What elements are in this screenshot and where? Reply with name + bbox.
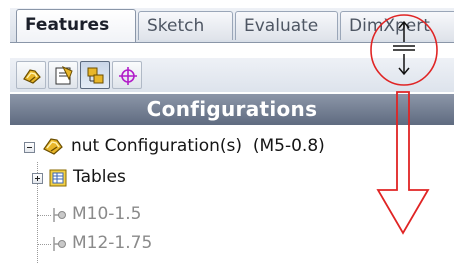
configuration-item-label: M12-1.75 bbox=[72, 233, 153, 253]
part-icon bbox=[43, 138, 63, 155]
tree-connector bbox=[37, 215, 51, 216]
configuration-item-m10[interactable]: M10-1.5 bbox=[72, 204, 141, 224]
configuration-icon bbox=[53, 237, 66, 251]
tab-dimxpert[interactable]: DimXpert bbox=[340, 11, 454, 40]
root-item-label: nut Configuration(s) bbox=[71, 136, 243, 156]
feature-manager-icon bbox=[23, 69, 41, 84]
configuration-icon bbox=[53, 208, 66, 222]
collapse-toggle[interactable] bbox=[24, 142, 35, 153]
configuration-tree: nut Configuration(s) (M5-0.8) Tables M10… bbox=[10, 126, 454, 263]
tables-folder-icon bbox=[49, 169, 67, 187]
dimxpert-manager-tab-button[interactable] bbox=[112, 61, 142, 89]
tab-features[interactable]: Features bbox=[16, 9, 136, 42]
panel-title: Configurations bbox=[146, 97, 318, 121]
configuration-manager-icon bbox=[87, 67, 104, 84]
feature-manager-tab-button[interactable] bbox=[16, 61, 46, 89]
manager-toolbar bbox=[10, 58, 454, 92]
tab-features-label: Features bbox=[25, 15, 110, 35]
panel-header: Configurations bbox=[10, 94, 454, 125]
command-manager-tabs: Features Sketch Evaluate DimXpert bbox=[10, 8, 454, 43]
dimxpert-manager-icon bbox=[119, 67, 137, 85]
tables-item[interactable]: Tables bbox=[73, 167, 126, 187]
configuration-manager-tab-button[interactable] bbox=[80, 61, 110, 89]
tab-evaluate[interactable]: Evaluate bbox=[235, 11, 338, 40]
configuration-item-m12[interactable]: M12-1.75 bbox=[72, 233, 152, 253]
tab-sketch[interactable]: Sketch bbox=[138, 11, 233, 40]
property-manager-tab-button[interactable] bbox=[48, 61, 78, 89]
root-configurations-item[interactable]: nut Configuration(s) (M5-0.8) bbox=[71, 136, 325, 156]
tab-sketch-label: Sketch bbox=[147, 16, 205, 36]
tree-connector bbox=[37, 244, 51, 245]
configuration-item-label: M10-1.5 bbox=[72, 204, 142, 224]
expand-toggle[interactable] bbox=[32, 173, 43, 184]
configuration-manager-window: Features Sketch Evaluate DimXpert Config… bbox=[0, 0, 454, 263]
tab-evaluate-label: Evaluate bbox=[244, 16, 319, 36]
tab-dimxpert-label: DimXpert bbox=[349, 16, 430, 36]
active-configuration-label: (M5-0.8) bbox=[252, 136, 325, 156]
property-manager-icon bbox=[55, 65, 73, 85]
tables-label: Tables bbox=[73, 167, 126, 187]
